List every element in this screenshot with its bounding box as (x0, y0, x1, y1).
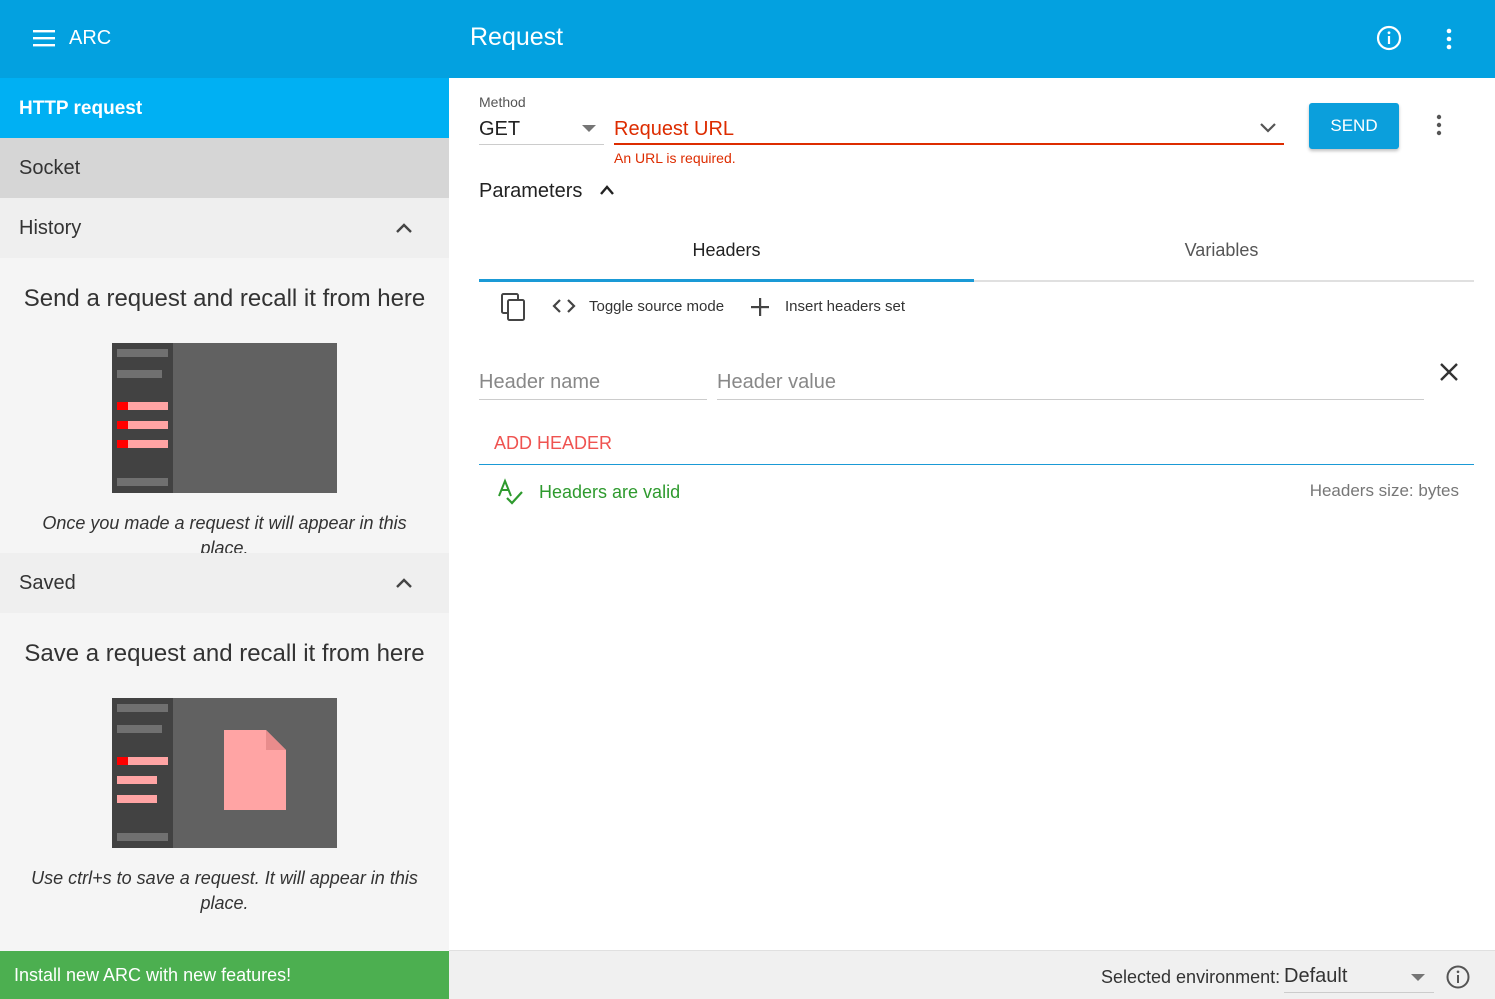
copy-icon[interactable] (499, 292, 527, 322)
header-name-placeholder: Header name (479, 371, 601, 393)
chevron-up-icon (599, 183, 615, 197)
url-input[interactable]: Request URL (614, 112, 1284, 145)
history-illustration (112, 343, 337, 493)
dropdown-arrow-icon (582, 125, 596, 133)
chevron-up-icon[interactable] (392, 573, 416, 593)
saved-illustration (112, 698, 337, 848)
more-vert-icon[interactable] (1427, 112, 1451, 138)
method-label: Method (479, 94, 526, 110)
parameters-toggle[interactable]: Parameters (479, 180, 614, 206)
parameters-label: Parameters (479, 180, 583, 202)
environment-select[interactable]: Default (1284, 961, 1434, 993)
header-name-input[interactable]: Header name (479, 364, 707, 400)
install-banner[interactable]: Install new ARC with new features! (0, 951, 449, 999)
method-select[interactable]: GET (479, 114, 604, 145)
info-icon[interactable] (1445, 964, 1471, 990)
saved-section-header[interactable]: Saved (0, 553, 449, 613)
menu-icon[interactable] (28, 24, 60, 52)
environment-bar: Selected environment: Default (449, 950, 1495, 999)
toggle-source-mode-button[interactable]: Toggle source mode (589, 298, 724, 315)
saved-empty-title: Save a request and recall it from here (24, 640, 425, 667)
headers-toolbar: Toggle source mode Insert headers set (495, 290, 1095, 324)
app-toolbar: ARC Request (0, 0, 1495, 78)
dropdown-arrow-icon (1411, 974, 1425, 982)
history-label: History (19, 217, 82, 239)
more-vert-icon[interactable] (1436, 25, 1462, 53)
chevron-up-icon[interactable] (392, 218, 416, 238)
sidebar-item-http-request[interactable]: HTTP request (0, 78, 449, 138)
page-title: Request (470, 23, 564, 51)
sidebar-item-socket[interactable]: Socket (0, 138, 449, 198)
divider (479, 464, 1474, 465)
app-title: ARC (69, 27, 112, 49)
insert-headers-set-button[interactable]: Insert headers set (785, 298, 905, 315)
headers-size: Headers size: bytes (1309, 481, 1459, 500)
parameters-tabs: Headers Variables (479, 225, 1474, 282)
info-icon[interactable] (1374, 23, 1404, 53)
history-empty-title: Send a request and recall it from here (23, 285, 426, 312)
header-value-placeholder: Header value (717, 371, 836, 393)
sidebar: HTTP request Socket History Send a reque… (0, 78, 449, 999)
header-value-input[interactable]: Header value (717, 364, 1424, 400)
tab-variables[interactable]: Variables (974, 225, 1469, 282)
method-value: GET (479, 118, 521, 140)
url-placeholder: Request URL (614, 118, 735, 140)
environment-label: Selected environment: (1101, 967, 1281, 987)
plus-icon[interactable] (749, 296, 771, 318)
close-icon[interactable] (1437, 360, 1461, 384)
saved-empty-note: Use ctrl+s to save a request. It will ap… (31, 868, 418, 913)
headers-valid-status: Headers are valid (539, 482, 681, 502)
saved-label: Saved (19, 572, 76, 594)
history-section-header[interactable]: History (0, 198, 449, 258)
spellcheck-icon (496, 478, 524, 506)
url-error-message: An URL is required. (614, 150, 736, 166)
send-button[interactable]: SEND (1309, 103, 1399, 149)
tab-headers[interactable]: Headers (479, 225, 974, 282)
code-icon[interactable] (551, 297, 577, 315)
add-header-button[interactable]: ADD HEADER (494, 433, 612, 454)
environment-value: Default (1284, 965, 1348, 987)
chevron-down-icon[interactable] (1259, 121, 1277, 133)
